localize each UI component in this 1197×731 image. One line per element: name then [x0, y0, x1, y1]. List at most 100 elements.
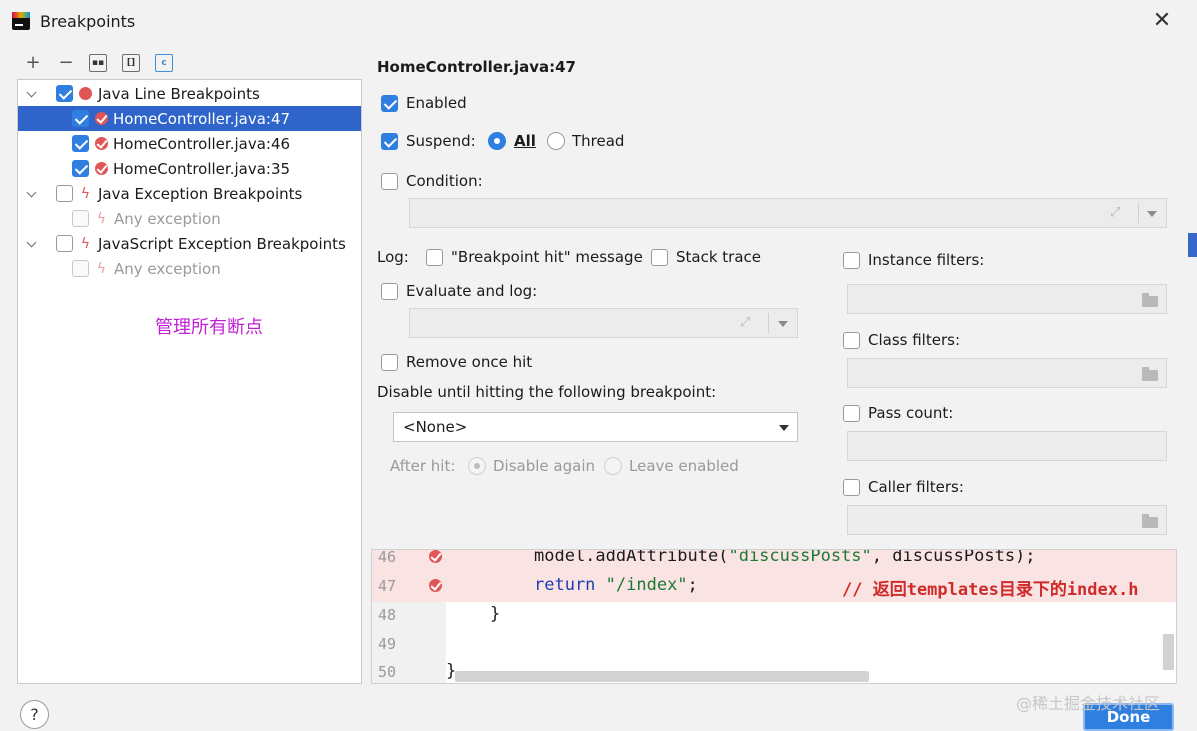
- caller-filters-checkbox[interactable]: Caller filters:: [843, 478, 964, 496]
- remove-breakpoint-button[interactable]: −: [55, 52, 77, 74]
- tree-group-js-exception[interactable]: ϟ JavaScript Exception Breakpoints: [18, 231, 361, 256]
- class-filters-field[interactable]: [847, 358, 1167, 388]
- suspend-thread-label: Thread: [572, 132, 625, 150]
- code-text: model.addAttribute(: [534, 549, 729, 566]
- close-button[interactable]: ✕: [1150, 8, 1174, 34]
- checkbox-box[interactable]: [381, 172, 398, 190]
- instance-filters-label: Instance filters:: [868, 251, 985, 269]
- group-checkbox[interactable]: [56, 235, 73, 252]
- horizontal-scrollbar[interactable]: [455, 671, 869, 682]
- tree-item-homecontroller-47[interactable]: HomeController.java:47: [18, 106, 361, 131]
- checkbox-box[interactable]: [843, 404, 860, 422]
- suspend-all-radio[interactable]: All: [488, 132, 536, 150]
- tree-item-any-exception[interactable]: ϟ Any exception: [18, 206, 361, 231]
- chevron-down-icon[interactable]: [26, 238, 38, 250]
- item-checkbox[interactable]: [72, 160, 89, 177]
- tree-item-homecontroller-35[interactable]: HomeController.java:35: [18, 156, 361, 181]
- checkbox-box[interactable]: [381, 132, 398, 150]
- radio-dot[interactable]: [468, 457, 486, 475]
- group-checkbox[interactable]: [56, 185, 73, 202]
- tree-group-label: Java Line Breakpoints: [98, 84, 260, 103]
- tree-item-any-exception-js[interactable]: ϟ Any exception: [18, 256, 361, 281]
- enabled-checkbox[interactable]: Enabled: [381, 94, 467, 112]
- chevron-down-icon[interactable]: [26, 188, 38, 200]
- breakpoints-tree[interactable]: Java Line Breakpoints HomeController.jav…: [17, 79, 362, 684]
- item-checkbox[interactable]: [72, 260, 89, 277]
- select-value: <None>: [403, 418, 468, 436]
- checkbox-box[interactable]: [843, 251, 860, 269]
- evaluate-log-checkbox[interactable]: Evaluate and log:: [381, 282, 537, 300]
- folder-icon[interactable]: [1142, 293, 1158, 307]
- checkbox-box[interactable]: [426, 248, 443, 266]
- leave-enabled-radio[interactable]: Leave enabled: [604, 457, 739, 475]
- disable-again-label: Disable again: [493, 457, 595, 475]
- title-bar: [0, 0, 1197, 44]
- group-checkbox[interactable]: [56, 85, 73, 102]
- group-by-package-button[interactable]: ▪▪: [89, 54, 107, 72]
- condition-field[interactable]: ⤢: [409, 198, 1167, 228]
- chevron-down-icon[interactable]: [778, 321, 788, 327]
- group-by-class-button[interactable]: c: [155, 54, 173, 72]
- tree-group-java-line[interactable]: Java Line Breakpoints: [18, 81, 361, 106]
- item-checkbox[interactable]: [72, 210, 89, 227]
- add-breakpoint-button[interactable]: +: [22, 52, 44, 74]
- checkbox-box[interactable]: [843, 478, 860, 496]
- expand-icon[interactable]: ⤢: [740, 315, 750, 330]
- remove-once-hit-checkbox[interactable]: Remove once hit: [381, 353, 532, 371]
- suspend-checkbox[interactable]: Suspend:: [381, 132, 476, 150]
- group-by-file-button[interactable]: []: [122, 54, 140, 72]
- disable-until-label: Disable until hitting the following brea…: [377, 383, 717, 401]
- line-number: 48: [378, 606, 397, 624]
- chevron-down-icon[interactable]: [1147, 211, 1157, 217]
- disable-until-select[interactable]: <None>: [393, 412, 798, 442]
- checkbox-box[interactable]: [381, 282, 398, 300]
- class-filters-checkbox[interactable]: Class filters:: [843, 331, 960, 349]
- code-line: 48 }: [372, 602, 1176, 631]
- radio-dot[interactable]: [547, 132, 565, 150]
- log-message-checkbox[interactable]: "Breakpoint hit" message: [426, 248, 643, 266]
- checkbox-box[interactable]: [381, 94, 398, 112]
- item-checkbox[interactable]: [72, 135, 89, 152]
- code-preview[interactable]: 46 model.addAttribute("discussPosts", di…: [371, 549, 1177, 684]
- class-filters-label: Class filters:: [868, 331, 960, 349]
- watermark: @稀土掘金技术社区: [1016, 694, 1161, 713]
- folder-icon[interactable]: [1142, 514, 1158, 528]
- code-string: "/index": [605, 575, 688, 595]
- exception-breakpoint-icon: ϟ: [80, 185, 91, 202]
- condition-checkbox[interactable]: Condition:: [381, 172, 483, 190]
- radio-dot[interactable]: [488, 132, 506, 150]
- expand-icon[interactable]: ⤢: [1110, 205, 1120, 220]
- disable-again-radio[interactable]: Disable again: [468, 457, 595, 475]
- instance-filters-field[interactable]: [847, 284, 1167, 314]
- pass-count-checkbox[interactable]: Pass count:: [843, 404, 953, 422]
- stack-trace-label: Stack trace: [676, 248, 762, 266]
- tree-group-java-exception[interactable]: ϟ Java Exception Breakpoints: [18, 181, 361, 206]
- tree-item-homecontroller-46[interactable]: HomeController.java:46: [18, 131, 361, 156]
- exception-breakpoint-icon: ϟ: [80, 235, 91, 252]
- intellij-app-icon: [12, 12, 30, 30]
- enabled-label: Enabled: [406, 94, 467, 112]
- chevron-down-icon[interactable]: [779, 425, 789, 431]
- checkbox-box[interactable]: [651, 248, 668, 266]
- breakpoint-marker-icon[interactable]: [429, 579, 442, 592]
- vertical-scrollbar[interactable]: [1163, 634, 1174, 670]
- breakpoint-marker-icon[interactable]: [429, 550, 442, 563]
- code-line: 49: [372, 631, 1176, 660]
- suspend-thread-radio[interactable]: Thread: [547, 132, 624, 150]
- folder-icon[interactable]: [1142, 367, 1158, 381]
- radio-dot[interactable]: [604, 457, 622, 475]
- chevron-down-icon[interactable]: [26, 88, 38, 100]
- caller-filters-field[interactable]: [847, 505, 1167, 535]
- evaluate-log-field[interactable]: ⤢: [409, 308, 798, 338]
- checkbox-box[interactable]: [843, 331, 860, 349]
- code-keyword: return: [534, 575, 606, 595]
- item-checkbox[interactable]: [72, 110, 89, 127]
- window-title: Breakpoints: [40, 12, 136, 31]
- checkbox-box[interactable]: [381, 353, 398, 371]
- instance-filters-checkbox[interactable]: Instance filters:: [843, 251, 984, 269]
- pass-count-field[interactable]: [847, 431, 1167, 461]
- tree-item-label: Any exception: [114, 259, 221, 278]
- stack-trace-checkbox[interactable]: Stack trace: [651, 248, 761, 266]
- line-number: 50: [378, 663, 397, 681]
- help-button[interactable]: ?: [20, 700, 49, 729]
